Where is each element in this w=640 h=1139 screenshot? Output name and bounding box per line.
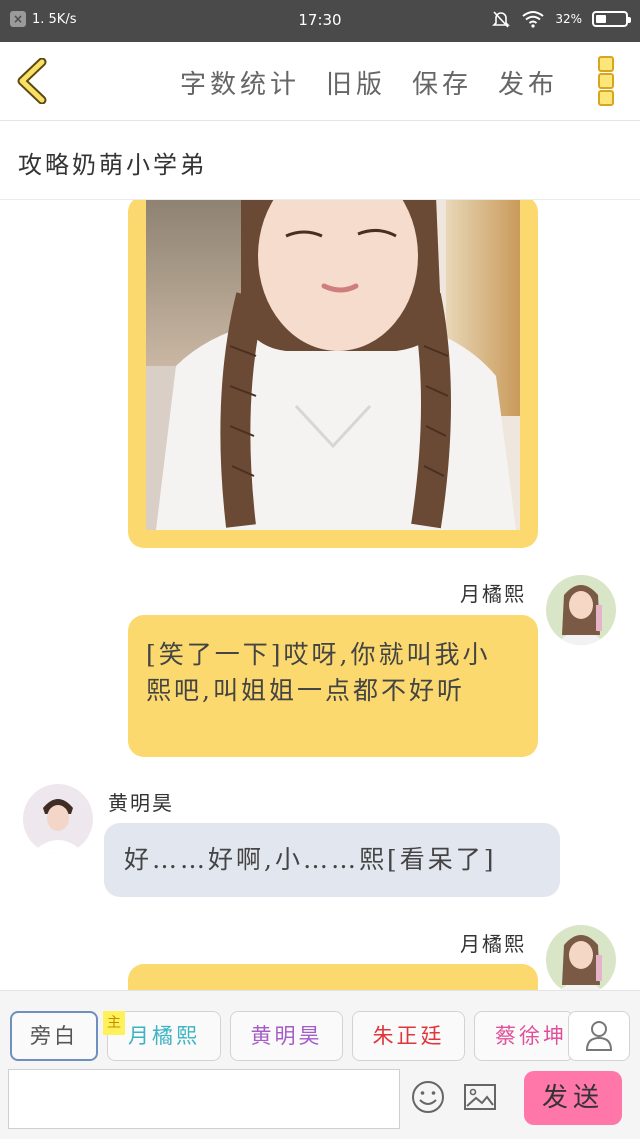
wifi-icon <box>522 11 544 28</box>
image-button[interactable] <box>460 1077 500 1117</box>
avatar-girl-icon <box>546 575 616 645</box>
main-role-tag: 主 <box>103 1011 125 1035</box>
back-button[interactable] <box>14 57 54 105</box>
old-version-button[interactable]: 旧版 <box>326 64 386 101</box>
avatar-girl-icon <box>546 925 616 990</box>
word-count-button[interactable]: 字数统计 <box>180 64 300 101</box>
message-photo[interactable] <box>146 200 520 530</box>
top-toolbar: 字数统计 旧版 保存 发布 <box>0 42 640 121</box>
composer-bar: 旁白 月橘熙 黄明昊 朱正廷 蔡徐坤 主 发送 <box>0 990 640 1139</box>
more-menu-button[interactable] <box>598 56 614 106</box>
status-right: 32% <box>491 9 631 29</box>
girl-selfie-photo <box>146 200 520 530</box>
smiley-icon <box>412 1081 444 1113</box>
sender-name: 黄明昊 <box>108 791 174 815</box>
menu-dot-icon <box>598 56 614 72</box>
message-bubble[interactable] <box>128 964 538 990</box>
send-button[interactable]: 发送 <box>524 1071 622 1125</box>
mute-bell-icon <box>492 11 511 28</box>
role-huangminghao-button[interactable]: 黄明昊 <box>230 1011 343 1061</box>
avatar-boy-icon <box>23 784 93 854</box>
role-caixukun-button[interactable]: 蔡徐坤 <box>474 1011 574 1061</box>
sender-name: 月橘熙 <box>460 582 526 606</box>
image-message-bubble[interactable] <box>128 200 538 548</box>
publish-button[interactable]: 发布 <box>498 64 558 101</box>
battery-icon <box>592 11 631 27</box>
story-title: 攻略奶萌小学弟 <box>18 151 207 179</box>
story-title-bar[interactable]: 攻略奶萌小学弟 <box>0 121 640 200</box>
role-narrator-button[interactable]: 旁白 <box>10 1011 98 1061</box>
chat-area[interactable]: 月橘熙 [笑了一下]哎呀,你就叫我小熙吧,叫姐姐一点都不好听 黄明昊 好……好啊… <box>0 200 640 990</box>
avatar[interactable] <box>23 784 93 854</box>
message-bubble[interactable]: [笑了一下]哎呀,你就叫我小熙吧,叫姐姐一点都不好听 <box>128 615 538 757</box>
role-zhuzhengting-button[interactable]: 朱正廷 <box>352 1011 465 1061</box>
toolbar-actions: 字数统计 旧版 保存 发布 <box>180 64 558 101</box>
chevron-left-icon <box>17 57 47 105</box>
emoji-button[interactable] <box>408 1077 448 1117</box>
sender-name: 月橘熙 <box>460 932 526 956</box>
image-icon <box>464 1084 496 1110</box>
person-icon <box>585 1021 613 1051</box>
save-button[interactable]: 保存 <box>412 64 472 101</box>
battery-percent: 32% <box>555 12 582 26</box>
message-bubble[interactable]: 好……好啊,小……熙[看呆了] <box>104 823 560 897</box>
role-selector: 旁白 月橘熙 黄明昊 朱正廷 蔡徐坤 主 <box>0 1011 640 1065</box>
avatar[interactable] <box>546 575 616 645</box>
message-input[interactable] <box>8 1069 400 1129</box>
avatar[interactable] <box>546 925 616 990</box>
menu-dot-icon <box>598 90 614 106</box>
status-bar: × 1. 5K/s 17:30 32% <box>0 0 640 42</box>
menu-dot-icon <box>598 73 614 89</box>
role-manage-button[interactable] <box>568 1011 630 1061</box>
